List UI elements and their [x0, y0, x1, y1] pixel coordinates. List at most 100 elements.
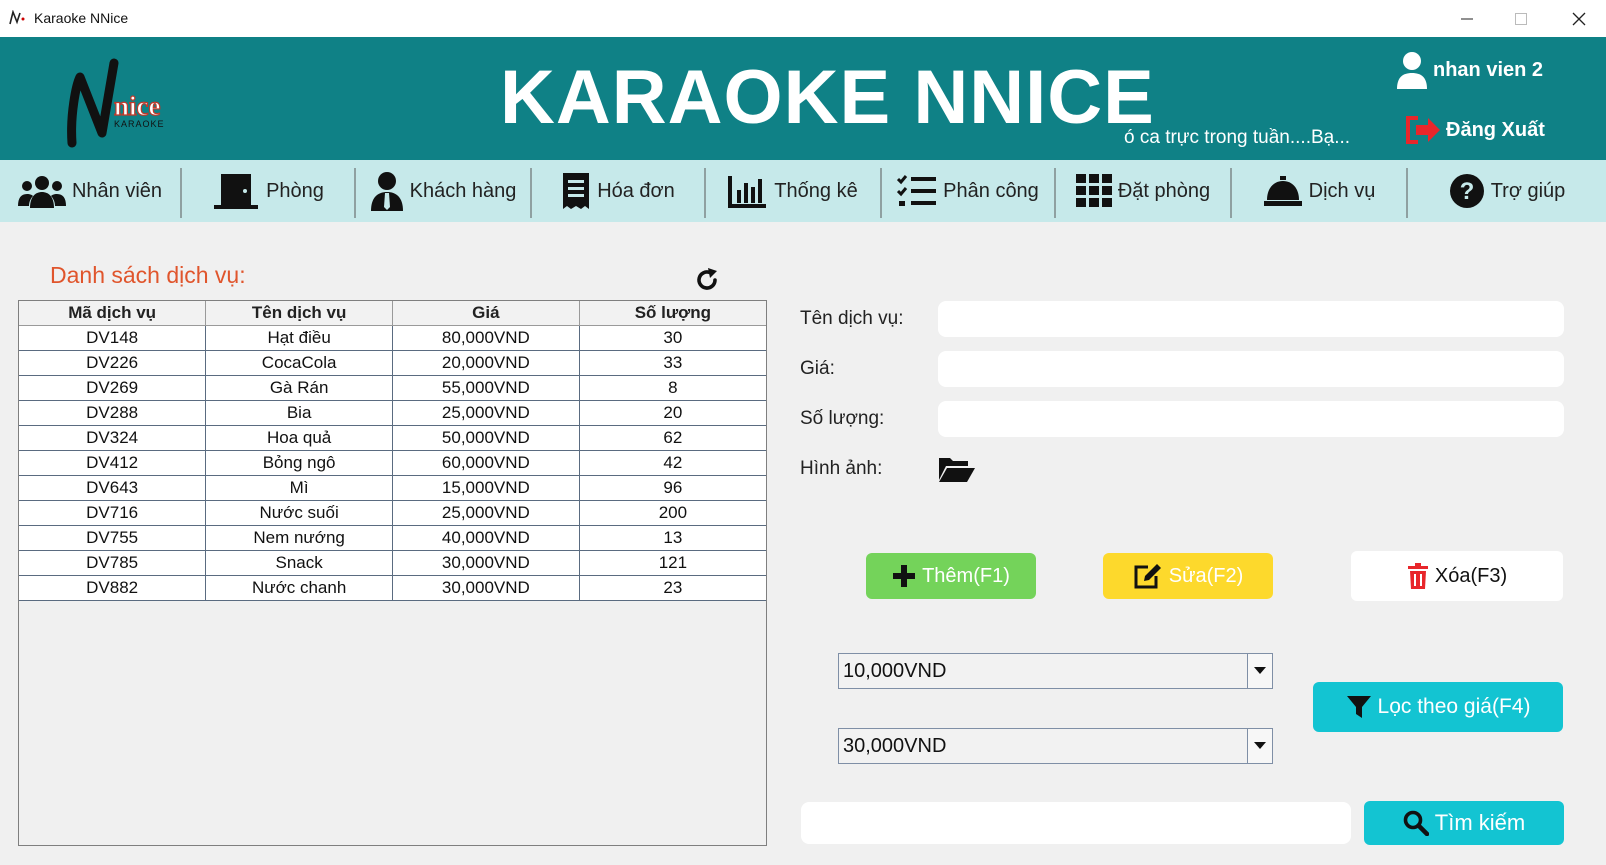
nav-phong[interactable]: Phòng	[182, 160, 354, 222]
cell-qty: 33	[578, 350, 766, 376]
window-titlebar: Karaoke NNice	[0, 0, 1606, 38]
cell-qty: 42	[578, 450, 766, 476]
table-row[interactable]: DV716 Nước suối 25,000VND 200	[19, 500, 766, 526]
nav-phan-cong[interactable]: Phân công	[882, 160, 1054, 222]
filter-price-button[interactable]: Lọc theo giá(F4)	[1313, 682, 1563, 732]
cell-name: Bỏng ngô	[205, 450, 393, 476]
cell-price: 80,000VND	[392, 325, 580, 351]
app-icon	[9, 10, 25, 25]
brand-title: KARAOKE NNICE	[500, 55, 1155, 140]
service-table[interactable]: Mã dịch vụ Tên dịch vụ Giá Số lượng DV14…	[18, 300, 767, 846]
minimize-button[interactable]	[1440, 0, 1494, 37]
delete-button[interactable]: Xóa(F3)	[1351, 551, 1563, 601]
add-button[interactable]: Thêm(F1)	[866, 553, 1036, 599]
cell-name: Hạt điều	[205, 325, 393, 351]
nav-label: Phòng	[266, 179, 324, 202]
table-row[interactable]: DV324 Hoa quả 50,000VND 62	[19, 425, 766, 451]
nav-label: Dịch vụ	[1308, 179, 1376, 202]
close-icon	[1572, 12, 1586, 25]
cell-name: Mì	[205, 475, 393, 501]
nav-thong-ke[interactable]: Thống kê	[706, 160, 880, 222]
cell-qty: 20	[578, 400, 766, 426]
cell-id: DV643	[19, 475, 207, 501]
table-row[interactable]: DV412 Bỏng ngô 60,000VND 42	[19, 450, 766, 476]
choose-image-button[interactable]	[938, 455, 976, 483]
cell-id: DV288	[19, 400, 207, 426]
filter-label: Lọc theo giá(F4)	[1377, 695, 1531, 718]
edit-icon	[1134, 564, 1161, 589]
qty-field[interactable]	[938, 401, 1564, 437]
table-row[interactable]: DV643 Mì 15,000VND 96	[19, 475, 766, 501]
name-field[interactable]	[938, 301, 1564, 337]
nav-dich-vu[interactable]: Dịch vụ	[1232, 160, 1406, 222]
max-price-select[interactable]: 30,000VND	[838, 728, 1273, 764]
nav-nhan-vien[interactable]: Nhân viên	[0, 160, 180, 222]
cell-price: 30,000VND	[392, 550, 580, 576]
cell-price: 50,000VND	[392, 425, 580, 451]
nav-hoa-don[interactable]: Hóa đơn	[532, 160, 704, 222]
table-row[interactable]: DV882 Nước chanh 30,000VND 23	[19, 575, 766, 601]
cell-name: Nem nướng	[205, 525, 393, 551]
cell-price: 60,000VND	[392, 450, 580, 476]
refresh-icon	[697, 268, 717, 290]
cell-qty: 30	[578, 325, 766, 351]
nav-khach-hang[interactable]: Khách hàng	[356, 160, 530, 222]
min-price-select[interactable]: 10,000VND	[838, 653, 1273, 689]
table-row[interactable]: DV785 Snack 30,000VND 121	[19, 550, 766, 576]
column-header[interactable]: Giá	[392, 301, 580, 326]
nav-label: Nhân viên	[71, 179, 163, 202]
logout-icon	[1406, 116, 1440, 144]
edit-button[interactable]: Sửa(F2)	[1103, 553, 1273, 599]
price-field[interactable]	[938, 351, 1564, 387]
window-title: Karaoke NNice	[34, 10, 129, 26]
max-price-dropdown-button[interactable]	[1247, 729, 1272, 763]
cell-name: Nước suối	[205, 500, 393, 526]
marquee-text: ó ca trực trong tuần....Bạ...	[1124, 127, 1351, 148]
min-price-dropdown-button[interactable]	[1247, 654, 1272, 688]
cell-qty: 200	[578, 500, 766, 526]
table-row[interactable]: DV288 Bia 25,000VND 20	[19, 400, 766, 426]
logout-button[interactable]: Đăng Xuất	[1404, 114, 1545, 146]
plus-icon	[893, 565, 916, 587]
table-row[interactable]: DV269 Gà Rán 55,000VND 8	[19, 375, 766, 401]
table-header-row: Mã dịch vụ Tên dịch vụ Giá Số lượng	[19, 301, 766, 326]
qty-label: Số lượng:	[800, 408, 885, 429]
grid-icon	[1075, 174, 1112, 207]
cell-id: DV269	[19, 375, 207, 401]
nav-dat-phong[interactable]: Đặt phòng	[1056, 160, 1230, 222]
table-row[interactable]: DV226 CocaCola 20,000VND 33	[19, 350, 766, 376]
trash-icon	[1407, 563, 1428, 589]
user-icon	[1397, 52, 1427, 89]
help-icon: ?	[1449, 174, 1484, 208]
cell-name: Hoa quả	[205, 425, 393, 451]
cell-price: 25,000VND	[392, 500, 580, 526]
cell-id: DV412	[19, 450, 207, 476]
checklist-icon	[897, 175, 937, 206]
nav-label: Phân công	[943, 179, 1039, 202]
column-header[interactable]: Mã dịch vụ	[19, 301, 207, 326]
table-row[interactable]: DV148 Hạt điều 80,000VND 30	[19, 325, 766, 351]
cell-id: DV755	[19, 525, 207, 551]
name-label: Tên dịch vụ:	[800, 308, 904, 329]
nav-tro-giup[interactable]: ? Trợ giúp	[1408, 160, 1606, 222]
filter-icon	[1346, 696, 1371, 718]
cell-name: Gà Rán	[205, 375, 393, 401]
receipt-icon	[563, 173, 590, 209]
max-price-value: 30,000VND	[843, 735, 947, 757]
search-input[interactable]	[801, 802, 1351, 844]
table-row[interactable]: DV755 Nem nướng 40,000VND 13	[19, 525, 766, 551]
cell-price: 40,000VND	[392, 525, 580, 551]
column-header[interactable]: Tên dịch vụ	[205, 301, 393, 326]
maximize-button[interactable]	[1494, 0, 1548, 37]
close-button[interactable]	[1552, 0, 1606, 37]
refresh-button[interactable]	[693, 266, 721, 294]
cell-name: Bia	[205, 400, 393, 426]
search-button[interactable]: Tìm kiếm	[1364, 801, 1564, 845]
door-icon	[214, 174, 259, 209]
column-header[interactable]: Số lượng	[578, 301, 766, 326]
cell-id: DV785	[19, 550, 207, 576]
price-label: Giá:	[800, 358, 835, 379]
folder-open-icon	[939, 458, 975, 482]
cell-qty: 13	[578, 525, 766, 551]
minimize-icon	[1461, 18, 1473, 19]
